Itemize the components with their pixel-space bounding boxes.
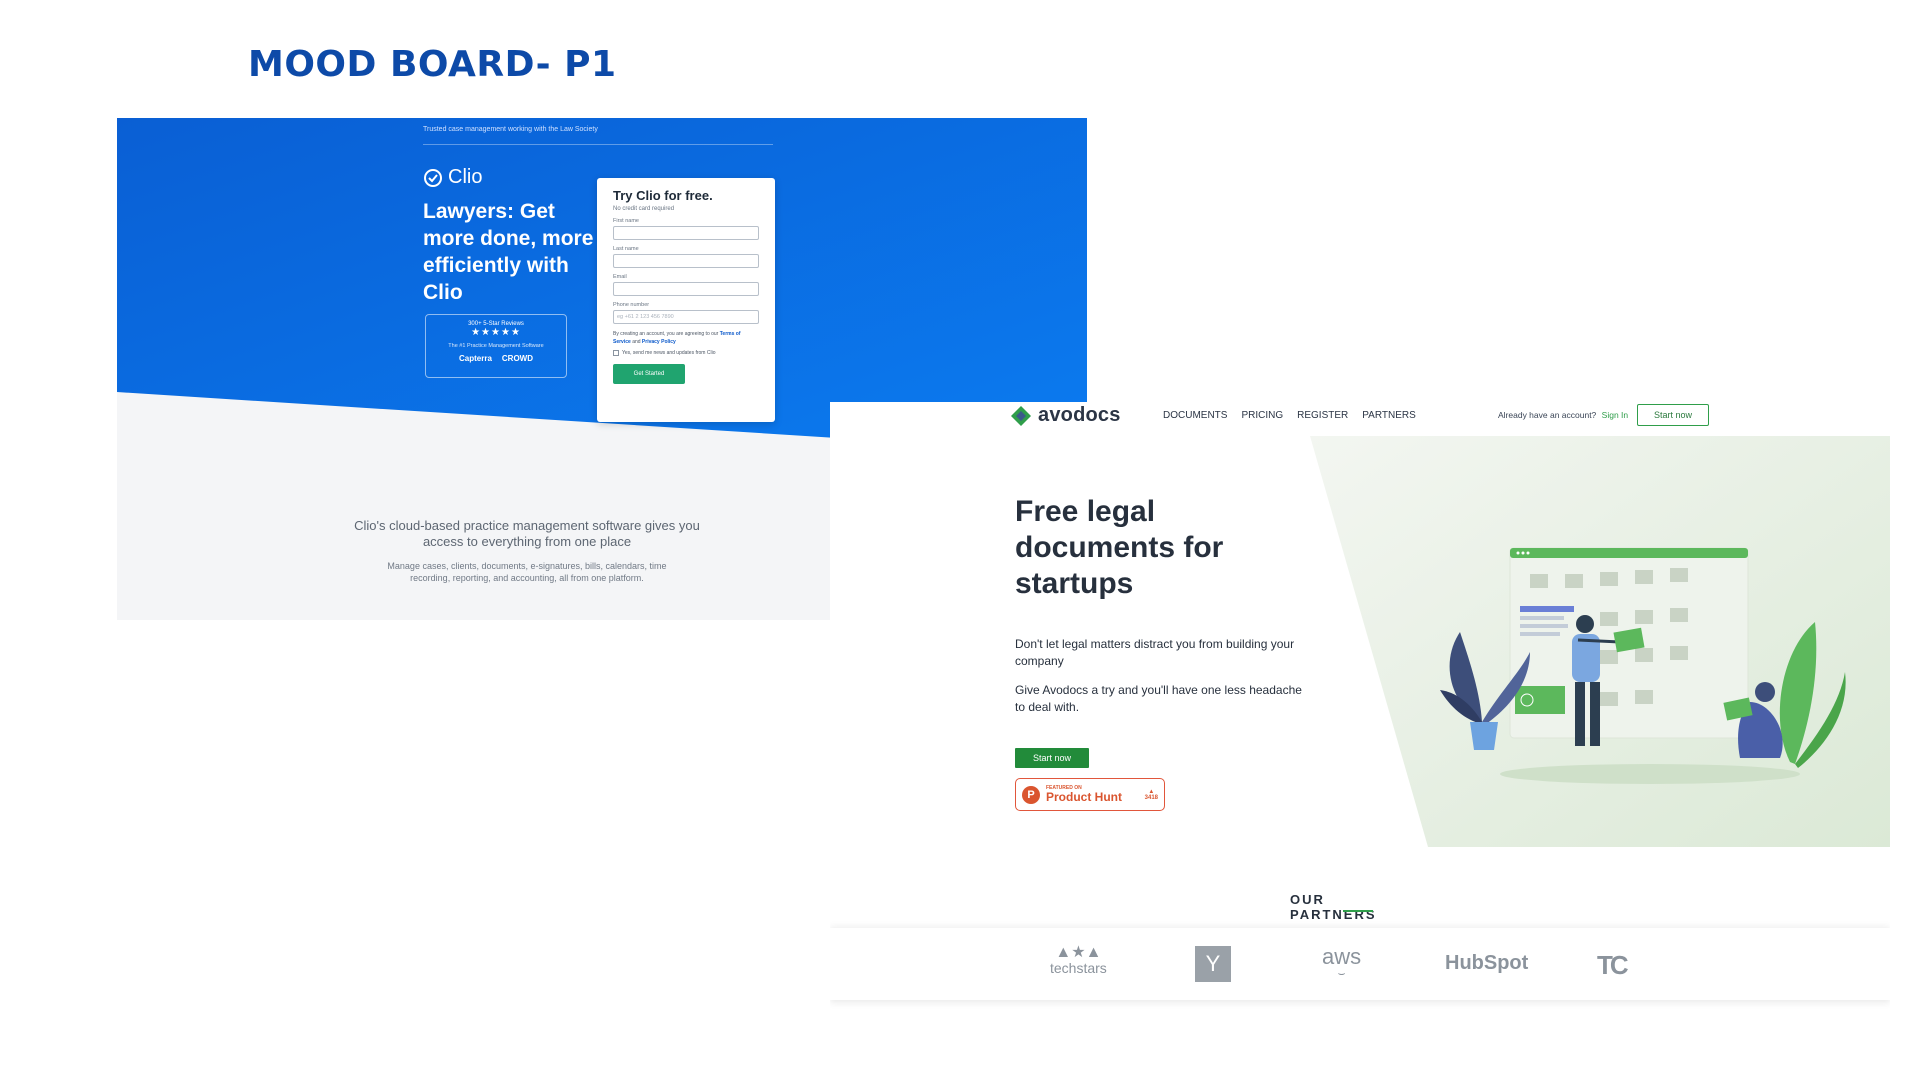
avodocs-landing-screenshot: avodocs DOCUMENTS PRICING REGISTER PARTN…: [830, 402, 1890, 1012]
avodocs-nav: DOCUMENTS PRICING REGISTER PARTNERS: [1163, 410, 1416, 421]
first-name-field[interactable]: [613, 226, 759, 240]
form-subtitle: No credit card required: [613, 206, 675, 212]
form-title: Try Clio for free.: [613, 188, 713, 203]
product-hunt-name: Product Hunt: [1046, 790, 1122, 804]
techstars-logo: ▲★▲ techstars: [1050, 944, 1107, 977]
partner-logos: ▲★▲ techstars Y aws ⌣ HubSpot TC: [830, 928, 1890, 1000]
diamond-logo-icon: [1011, 405, 1031, 426]
clio-reviews-badge: 300+ 5-Star Reviews ★★★★★ The #1 Practic…: [425, 314, 567, 378]
avodocs-paragraph-1: Don't let legal matters distract you fro…: [1015, 637, 1295, 668]
hubspot-logo: HubSpot: [1445, 952, 1529, 974]
aws-logo: aws ⌣: [1322, 944, 1362, 980]
product-hunt-icon: P: [1022, 785, 1040, 804]
clio-headline: Lawyers: Get more done, more efficiently…: [423, 200, 594, 304]
last-name-field[interactable]: [613, 254, 759, 268]
clio-logo[interactable]: Clio: [423, 166, 482, 189]
star-rating-icon: ★★★★★: [471, 327, 521, 338]
check-circle-icon: [424, 168, 442, 187]
checkbox-label: Yes, send me news and updates from Clio: [622, 350, 716, 356]
first-name-label: First name: [613, 218, 639, 224]
clio-sub-text: Manage cases, clients, documents, e-sign…: [387, 561, 667, 583]
terms-text: By creating an account, you are agreeing…: [613, 331, 741, 345]
sign-in-link[interactable]: Sign In: [1602, 410, 1628, 420]
crowd-logo: CROWD: [501, 354, 533, 363]
techcrunch-logo: TC: [1597, 950, 1629, 980]
board-title: MOOD BOARD- P1: [248, 44, 617, 85]
start-now-button[interactable]: Start now: [1015, 748, 1089, 768]
privacy-link[interactable]: Privacy Policy: [642, 339, 676, 345]
avodocs-logo[interactable]: avodocs: [1010, 404, 1121, 427]
divider: [423, 144, 773, 145]
smile-arrow-icon: ⌣: [1337, 966, 1346, 980]
avodocs-logo-text: avodocs: [1038, 404, 1121, 426]
clio-sub-heading: Clio's cloud-based practice management s…: [354, 518, 700, 549]
nav-documents[interactable]: DOCUMENTS: [1163, 410, 1227, 421]
clio-logo-text: Clio: [448, 166, 483, 188]
capterra-logo: Capterra: [458, 354, 492, 363]
clio-signup-form: Try Clio for free. No credit card requir…: [597, 178, 775, 422]
star-icon: ▲★▲: [1055, 944, 1102, 961]
avodocs-paragraph-2: Give Avodocs a try and you'll have one l…: [1015, 683, 1302, 714]
nav-pricing[interactable]: PRICING: [1241, 410, 1283, 421]
last-name-label: Last name: [613, 246, 639, 252]
account-prompt: Already have an account? Sign In: [1498, 410, 1629, 420]
avodocs-headline: Free legal documents for startups: [1015, 495, 1224, 600]
partners-title: OUR PARTNERS: [1290, 892, 1377, 922]
email-field[interactable]: [613, 282, 759, 296]
reviews-subtitle: The #1 Practice Management Software: [448, 343, 544, 349]
clio-top-note: Trusted case management working with the…: [423, 126, 598, 133]
nav-partners[interactable]: PARTNERS: [1362, 410, 1416, 421]
mood-board-canvas: MOOD BOARD- P1 Trusted case management w…: [0, 0, 1920, 1080]
nav-register[interactable]: REGISTER: [1297, 410, 1348, 421]
phone-label: Phone number: [613, 302, 650, 308]
partners-underline: [1343, 910, 1373, 912]
upvote-count: ▲ 3418: [1144, 788, 1158, 801]
newsletter-checkbox[interactable]: Yes, send me news and updates from Clio: [613, 350, 759, 356]
ycombinator-logo: Y: [1195, 946, 1231, 982]
phone-field[interactable]: eg +61 2 123 456 7890: [613, 310, 759, 324]
email-label: Email: [613, 274, 627, 280]
product-hunt-badge[interactable]: P FEATURED ON Product Hunt ▲ 3418: [1015, 778, 1165, 811]
get-started-button[interactable]: Get Started: [613, 364, 685, 384]
checkbox-icon[interactable]: [613, 350, 619, 356]
start-now-header-button[interactable]: Start now: [1637, 404, 1709, 426]
